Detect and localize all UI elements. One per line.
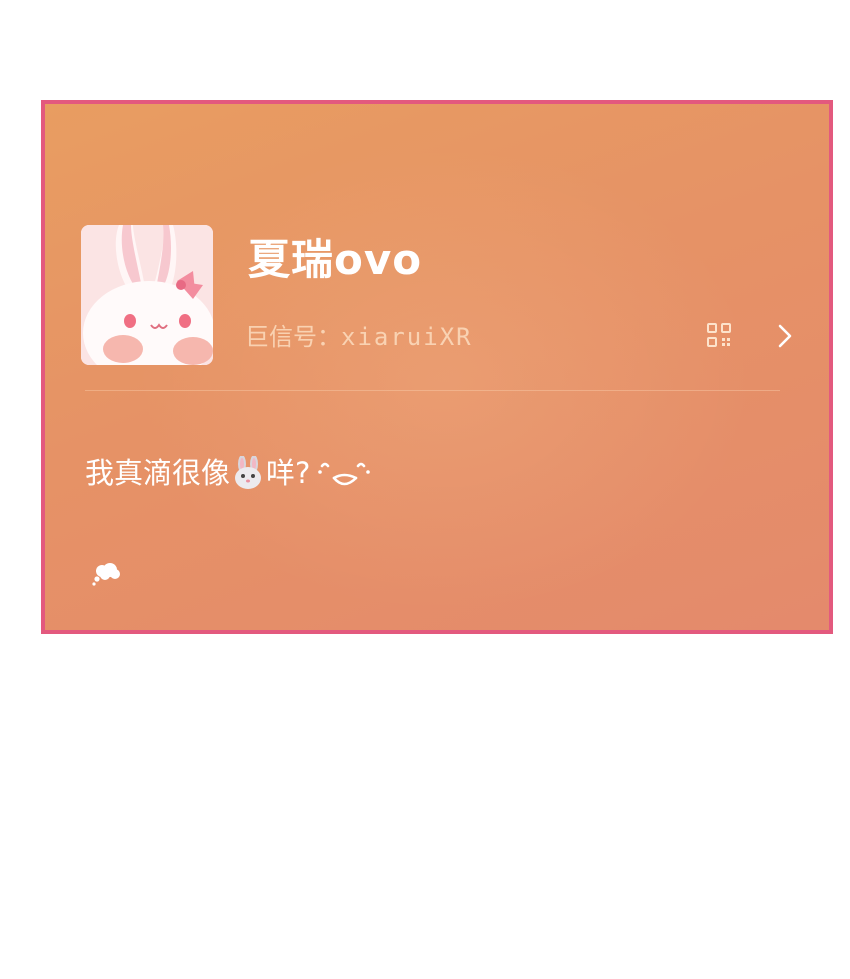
account-id-label: 巨信号： [245, 323, 341, 351]
bio-text-end: 咩? [266, 456, 311, 490]
account-id-row[interactable]: 巨信号：xiaruiXR [245, 317, 473, 357]
divider [85, 390, 780, 391]
profile-card[interactable]: 夏瑞ovo 巨信号：xiaruiXR 我真滴很像 咩? [41, 100, 833, 634]
qr-code-icon[interactable] [706, 322, 732, 348]
thought-bubble-icon[interactable] [91, 562, 121, 588]
rabbit-face-icon [232, 455, 264, 490]
display-name: 夏瑞ovo [248, 235, 423, 284]
bio: 我真滴很像 咩? [85, 450, 372, 496]
chevron-right-icon[interactable] [775, 322, 795, 350]
kaomoji-icon [316, 456, 372, 490]
account-id-value: xiaruiXR [341, 323, 473, 351]
bio-text-start: 我真滴很像 [85, 456, 231, 490]
card-glow [135, 144, 755, 614]
avatar[interactable] [81, 225, 213, 365]
